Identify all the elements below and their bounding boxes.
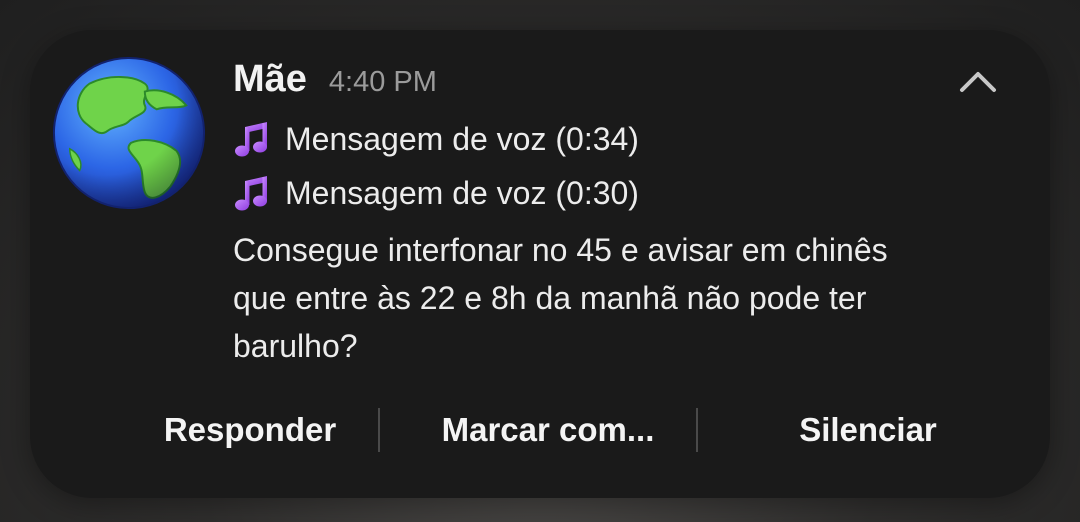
reply-button[interactable]: Responder xyxy=(100,402,400,458)
action-divider xyxy=(696,408,698,452)
sender-name: Mãe xyxy=(233,58,307,100)
musical-note-icon xyxy=(233,173,273,213)
voice-message-1[interactable]: Mensagem de voz (0:34) xyxy=(233,112,953,166)
notification-actions: Responder Marcar com... Silenciar xyxy=(30,402,1050,458)
avatar-globe-icon xyxy=(50,54,208,212)
message-list: Mensagem de voz (0:34) Mensagem de voz (… xyxy=(233,112,953,370)
text-message: Consegue interfonar no 45 e avisar em ch… xyxy=(233,232,888,364)
action-divider xyxy=(378,408,380,452)
chevron-up-icon xyxy=(960,72,996,92)
mute-button[interactable]: Silenciar xyxy=(718,402,1018,458)
notification-time: 4:40 PM xyxy=(328,66,437,98)
notification-card[interactable]: Mãe 4:40 PM Mensagem de voz (0:34) Mensa… xyxy=(30,30,1050,498)
mark-as-button[interactable]: Marcar com... xyxy=(400,402,696,458)
collapse-button[interactable] xyxy=(958,66,998,96)
musical-note-icon xyxy=(233,119,273,159)
voice-message-label: Mensagem de voz (0:34) xyxy=(285,121,639,157)
voice-message-label: Mensagem de voz (0:30) xyxy=(285,175,639,211)
voice-message-2[interactable]: Mensagem de voz (0:30) xyxy=(233,166,953,220)
notification-header: Mãe 4:40 PM xyxy=(233,58,437,101)
